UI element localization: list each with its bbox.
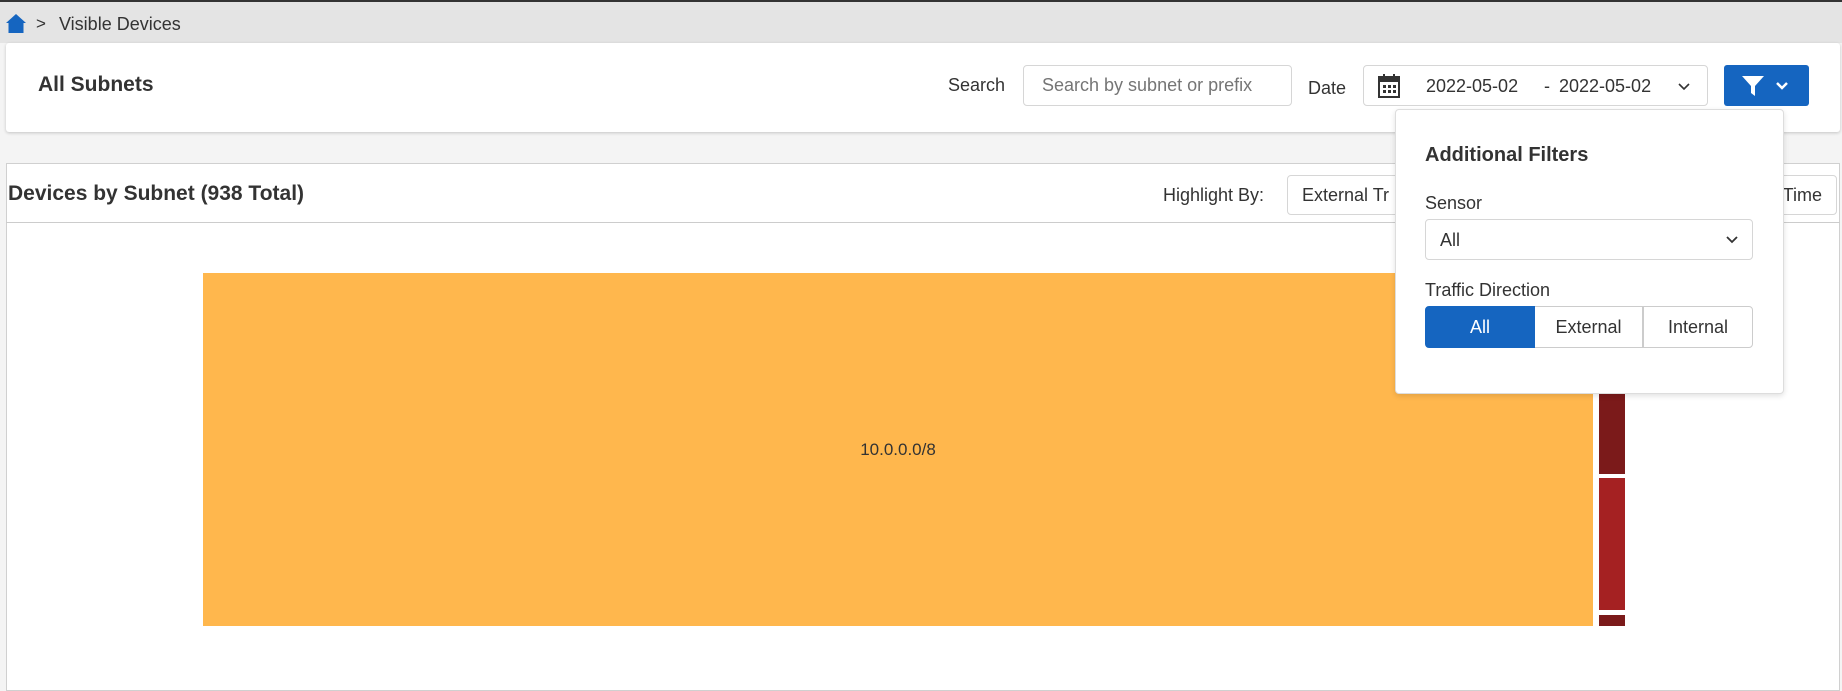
filter-icon bbox=[1742, 76, 1764, 96]
date-label: Date bbox=[1308, 78, 1347, 98]
direction-all-button[interactable]: All bbox=[1425, 306, 1535, 348]
breadcrumb-separator: > bbox=[36, 14, 46, 33]
date-end: 2022-05-02 bbox=[1559, 76, 1652, 96]
treemap-tile[interactable] bbox=[1599, 478, 1625, 610]
popover-title: Additional Filters bbox=[1425, 144, 1589, 166]
direction-label: Traffic Direction bbox=[1425, 280, 1551, 300]
search-label: Search bbox=[948, 75, 1006, 95]
page-title: All Subnets bbox=[38, 73, 154, 96]
direction-external-button[interactable]: External bbox=[1535, 306, 1643, 348]
sensor-value: All bbox=[1440, 230, 1461, 250]
panel-title: Devices by Subnet (938 Total) bbox=[8, 182, 305, 205]
direction-internal-button[interactable]: Internal bbox=[1643, 306, 1753, 348]
date-start: 2022-05-02 bbox=[1426, 76, 1519, 96]
treemap-tile[interactable]: 10.0.0.0/8 bbox=[203, 273, 1593, 626]
date-range-picker[interactable]: 2022-05-02 - 2022-05-02 bbox=[1363, 65, 1708, 106]
chevron-down-icon bbox=[1776, 82, 1788, 90]
filter-button[interactable] bbox=[1724, 65, 1809, 106]
date-separator: - bbox=[1544, 76, 1550, 96]
highlight-value: External Tr bbox=[1302, 185, 1390, 205]
treemap-tile[interactable] bbox=[1599, 615, 1625, 626]
home-icon[interactable] bbox=[5, 12, 27, 34]
sensor-label: Sensor bbox=[1425, 193, 1483, 213]
tile-label: 10.0.0.0/8 bbox=[860, 439, 936, 459]
breadcrumb: > Visible Devices bbox=[0, 2, 1842, 43]
sensor-select[interactable]: All bbox=[1425, 219, 1753, 260]
highlight-value-tail: Time bbox=[1782, 185, 1822, 205]
calendar-icon bbox=[1378, 74, 1400, 98]
highlight-label: Highlight By: bbox=[1163, 185, 1265, 205]
chevron-down-icon bbox=[1678, 83, 1690, 91]
breadcrumb-current: Visible Devices bbox=[59, 14, 181, 34]
chevron-down-icon bbox=[1726, 236, 1738, 244]
search-input[interactable] bbox=[1023, 65, 1292, 106]
